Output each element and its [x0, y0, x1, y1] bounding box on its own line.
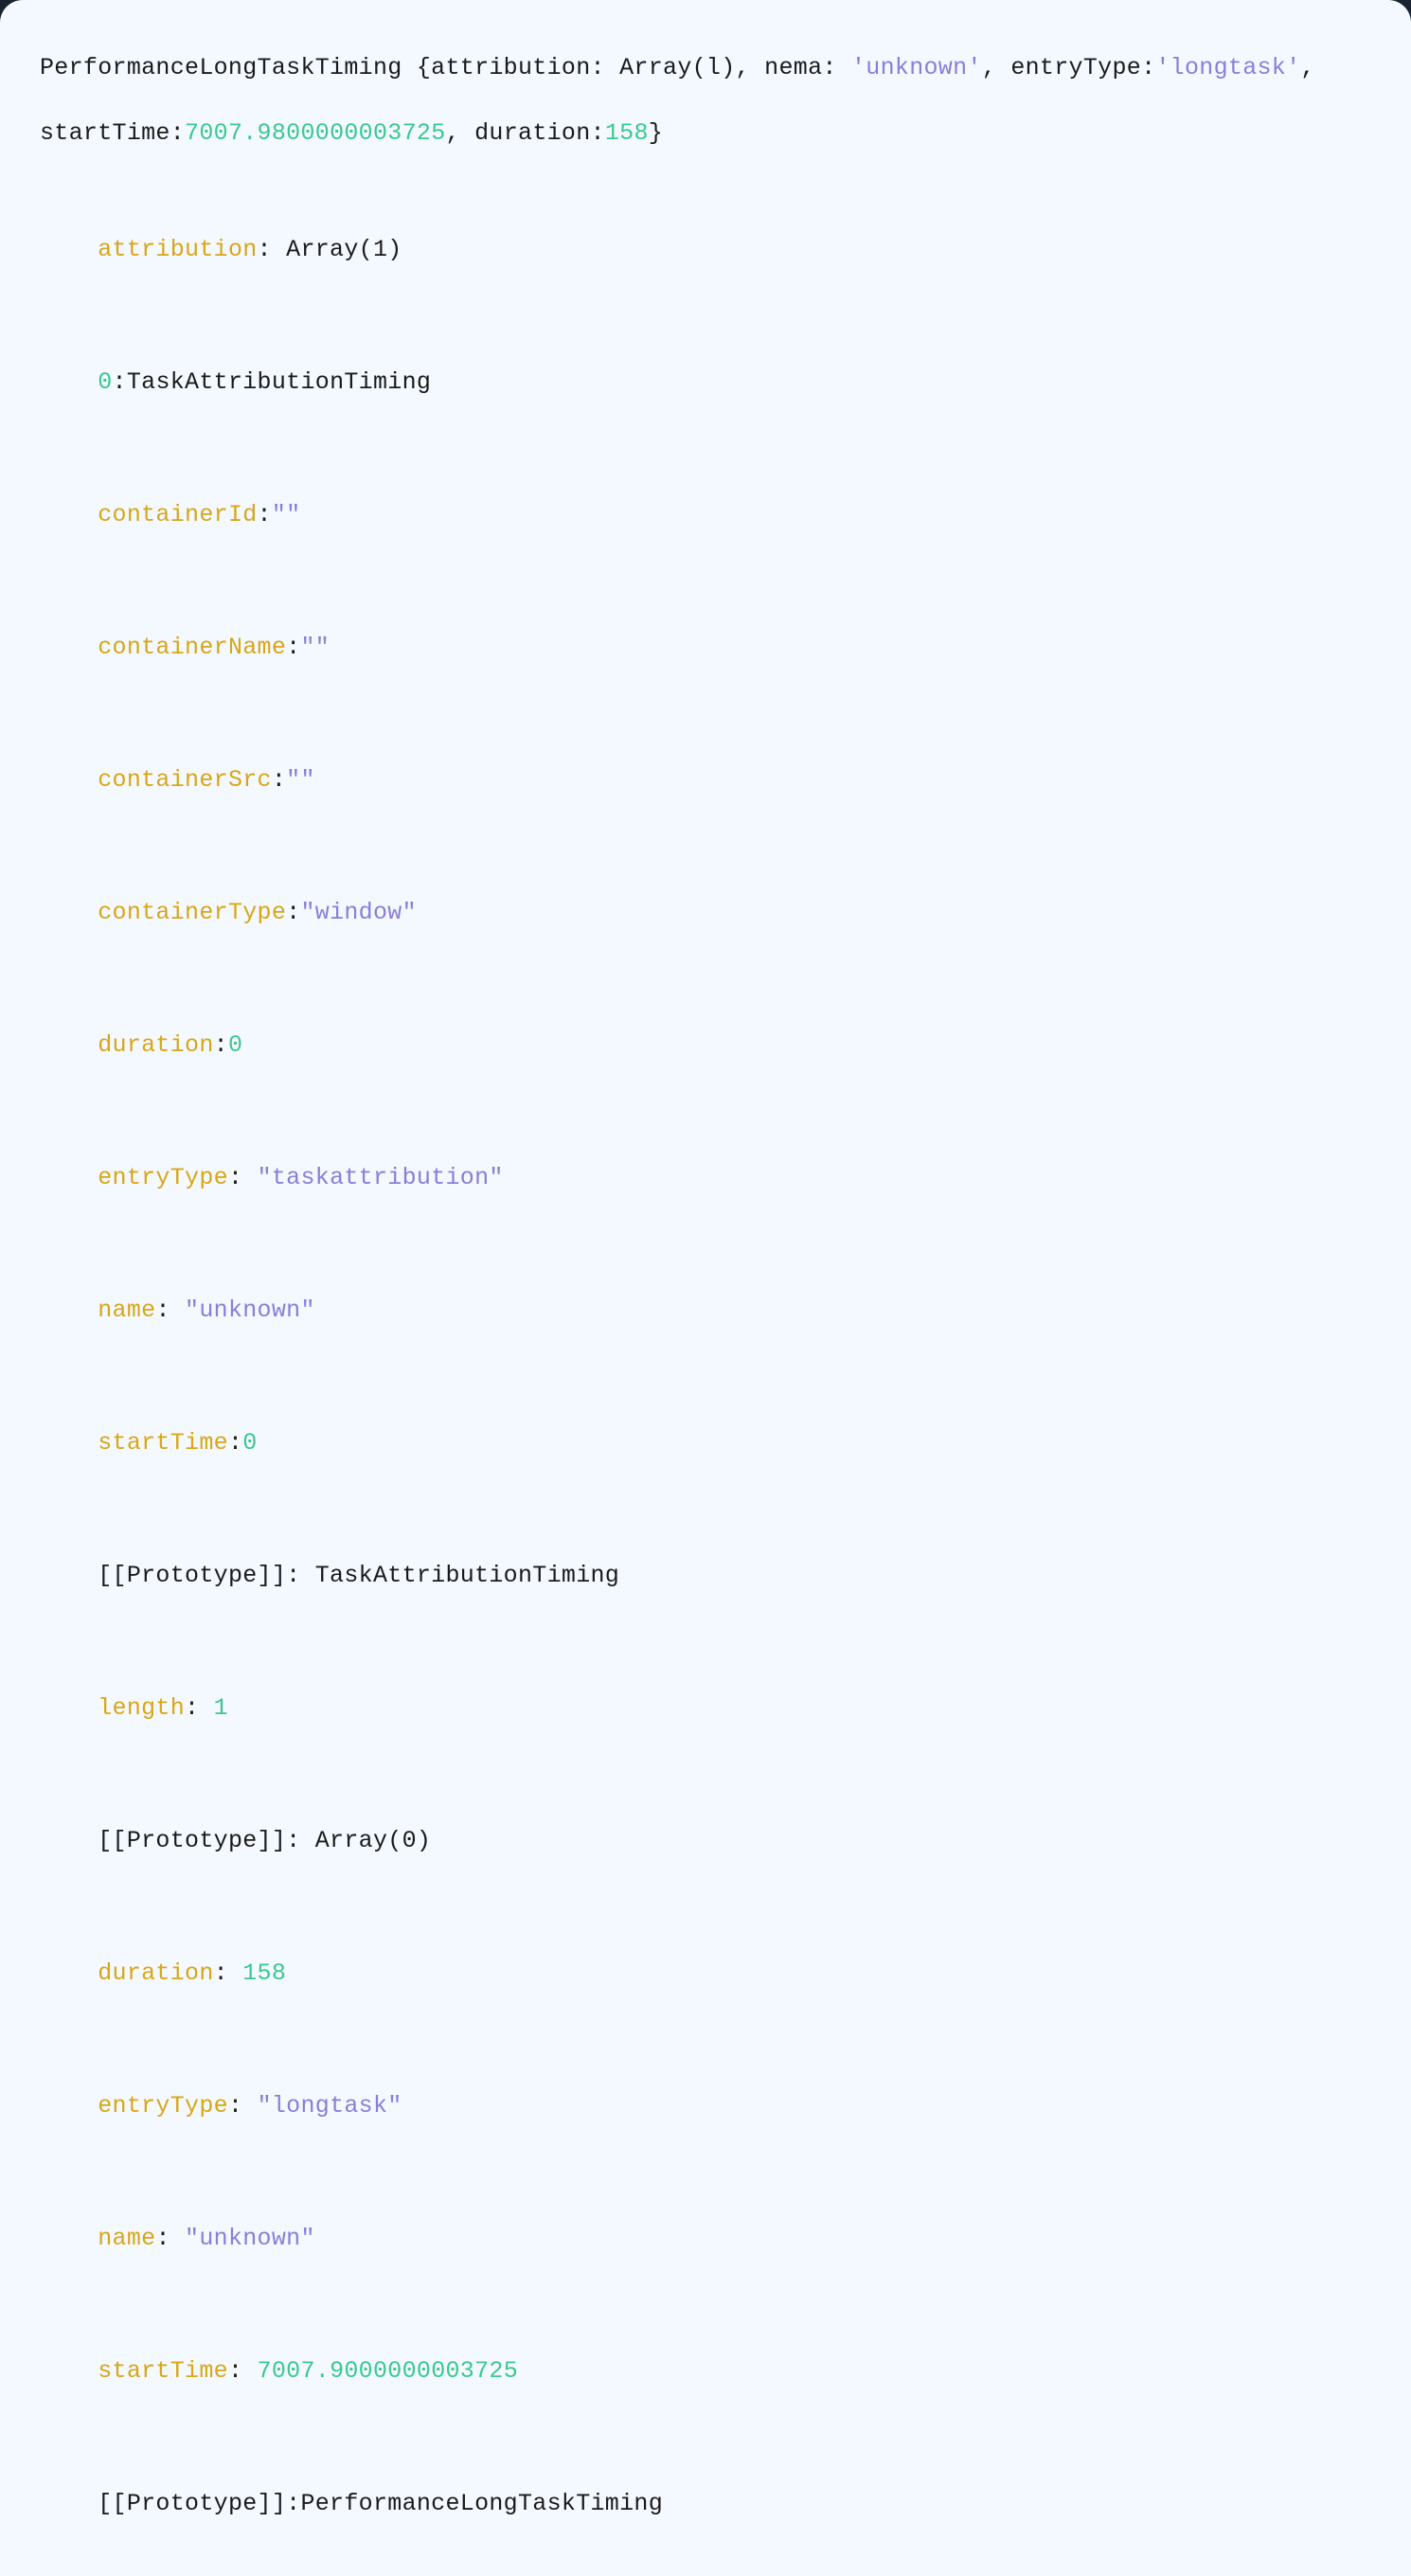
close-brace: }	[649, 119, 663, 147]
property-line-duration: duration:0	[40, 995, 1371, 1095]
prop-value: "window"	[300, 899, 416, 926]
prop-value: "unknown"	[185, 1297, 315, 1324]
prototype-text: [[Prototype]]:PerformanceLongTaskTiming	[98, 2490, 663, 2517]
duration-key: duration	[474, 119, 590, 147]
prop-key: length	[98, 1694, 185, 1722]
prop-key: entryType	[98, 1164, 228, 1191]
prop-value: "taskattribution"	[258, 1164, 504, 1191]
prop-key: containerType	[98, 899, 286, 926]
prop-value: 1	[214, 1694, 228, 1722]
prop-key: name	[98, 2225, 155, 2252]
prop-key: startTime	[98, 1429, 228, 1457]
prop-value: ""	[286, 766, 315, 794]
prop-value: "longtask"	[258, 2092, 402, 2120]
prop-key: containerName	[98, 634, 286, 661]
property-line-entrytype-outer: entryType: "longtask"	[40, 2056, 1371, 2156]
prop-key: duration	[98, 1031, 213, 1059]
prop-key: startTime	[98, 2357, 228, 2385]
starttime-key: startTime	[40, 119, 170, 147]
prototype-line-outer: [[Prototype]]:PerformanceLongTaskTiming	[40, 2454, 1371, 2553]
nema-key: nema	[764, 54, 822, 81]
duration-value: 158	[605, 119, 649, 147]
prop-key: attribution	[98, 236, 257, 263]
prototype-line: [[Prototype]]: TaskAttributionTiming	[40, 1526, 1371, 1625]
prop-key: name	[98, 1297, 155, 1324]
prototype-text: [[Prototype]]: TaskAttributionTiming	[98, 1562, 619, 1589]
property-line-containerid: containerId:""	[40, 465, 1371, 564]
property-line-containertype: containerType:"window"	[40, 863, 1371, 962]
type-name: PerformanceLongTaskTiming	[40, 54, 402, 81]
prop-key: 0	[98, 368, 112, 396]
property-line-name: name: "unknown"	[40, 1261, 1371, 1360]
prototype-line: [[Prototype]]: Array(0)	[40, 1791, 1371, 1890]
prop-key: containerSrc	[98, 766, 272, 794]
attribution-key: attribution	[431, 54, 590, 81]
property-line-starttime: startTime:0	[40, 1393, 1371, 1493]
property-line-entrytype: entryType: "taskattribution"	[40, 1128, 1371, 1227]
nema-value: 'unknown'	[851, 54, 982, 81]
prop-value: ""	[272, 501, 301, 528]
property-line-name-outer: name: "unknown"	[40, 2189, 1371, 2288]
entrytype-key: entryType	[1010, 54, 1141, 81]
entrytype-value: 'longtask'	[1155, 54, 1300, 81]
property-line-index0: 0:TaskAttributionTiming	[40, 332, 1371, 432]
prop-key: containerId	[98, 501, 257, 528]
prop-value: : Array(1)	[258, 236, 402, 263]
property-line-attribution: attribution: Array(1)	[40, 200, 1371, 299]
prototype-text: [[Prototype]]: Array(0)	[98, 1827, 431, 1854]
attribution-value: Array(l)	[605, 54, 736, 81]
prop-value: 0	[228, 1031, 242, 1059]
prop-key: duration	[98, 1959, 213, 1987]
property-line-length: length: 1	[40, 1658, 1371, 1758]
prop-key: entryType	[98, 2092, 228, 2120]
prop-value: "unknown"	[185, 2225, 315, 2252]
prop-value: 0	[242, 1429, 257, 1457]
property-line-containersrc: containerSrc:""	[40, 730, 1371, 830]
prop-value: 158	[242, 1959, 286, 1987]
console-output-panel: PerformanceLongTaskTiming {attribution: …	[0, 0, 1411, 2576]
property-line-containername: containerName:""	[40, 598, 1371, 697]
prop-value: ""	[300, 634, 330, 661]
object-summary-header: PerformanceLongTaskTiming {attribution: …	[40, 36, 1371, 167]
property-line-starttime-outer: startTime: 7007.9000000003725	[40, 2321, 1371, 2421]
property-line-duration-outer: duration: 158	[40, 1923, 1371, 2023]
prop-value: 7007.9000000003725	[258, 2357, 518, 2385]
prop-value: :TaskAttributionTiming	[113, 368, 432, 396]
starttime-value: 7007.9800000003725	[185, 119, 445, 147]
open-brace: {	[402, 54, 432, 81]
